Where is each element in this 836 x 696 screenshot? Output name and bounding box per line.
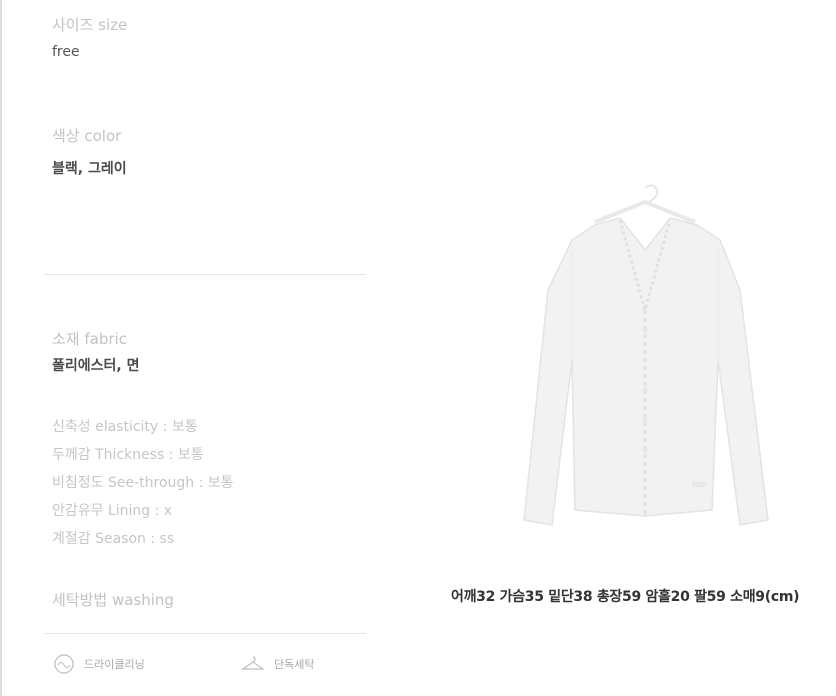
- cardigan-on-hanger-icon: [523, 184, 769, 526]
- product-image: [500, 180, 790, 532]
- color-label: 색상 color: [52, 127, 122, 145]
- hand-wash-label: 단독세탁: [274, 658, 315, 671]
- size-value: free: [52, 44, 80, 60]
- section-divider: [44, 274, 366, 275]
- dry-cleaning-icon: [52, 654, 76, 674]
- dry-cleaning-label: 드라이클리닝: [84, 658, 145, 671]
- fabric-label: 소재 fabric: [52, 330, 127, 348]
- washing-divider: [44, 633, 366, 634]
- measurements-text: 어깨32 가슴35 밑단38 총장59 암홀20 팔59 소매9(cm): [451, 589, 800, 605]
- property-elasticity: 신축성 elasticity : 보통: [52, 419, 198, 435]
- frame-border: [0, 0, 2, 696]
- hanger-icon: [240, 654, 266, 674]
- wash-option-hand-wash: 단독세탁: [240, 654, 314, 674]
- property-thickness: 두께감 Thickness : 보통: [52, 447, 204, 463]
- property-see-through: 비침정도 See-through : 보통: [52, 475, 234, 491]
- wash-option-dry-cleaning: 드라이클리닝: [52, 654, 145, 674]
- size-label: 사이즈 size: [52, 16, 128, 34]
- washing-label: 세탁방법 washing: [52, 591, 174, 609]
- property-season: 계절감 Season : ss: [52, 531, 175, 547]
- property-lining: 안감유무 Lining : x: [52, 503, 173, 519]
- fabric-value: 폴리에스터, 면: [52, 358, 140, 374]
- color-value: 블랙, 그레이: [52, 161, 127, 177]
